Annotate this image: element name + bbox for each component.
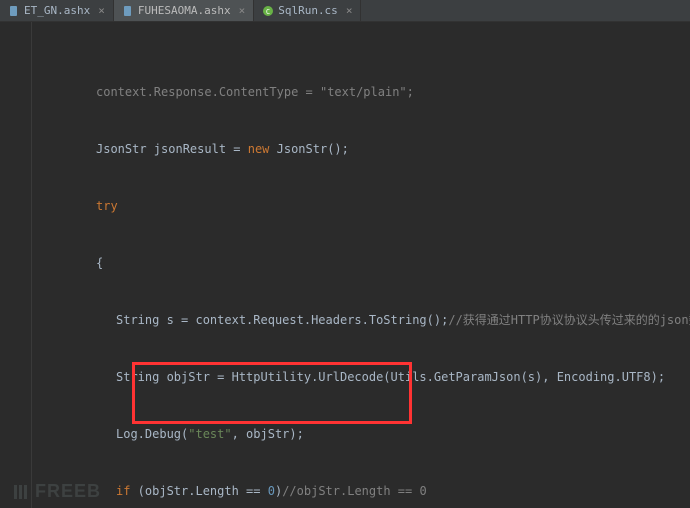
code-line: String objStr = HttpUtility.UrlDecode(Ut… — [6, 368, 690, 387]
close-icon[interactable]: × — [346, 4, 353, 17]
svg-text:C: C — [266, 8, 270, 16]
file-icon — [8, 5, 20, 17]
code-line: Log.Debug("test", objStr); — [6, 425, 690, 444]
close-icon[interactable]: × — [98, 4, 105, 17]
code-editor[interactable]: context.Response.ContentType = "text/pla… — [0, 22, 690, 508]
tab-sqlrun[interactable]: C SqlRun.cs × — [254, 0, 361, 21]
code-line: String s = context.Request.Headers.ToStr… — [6, 311, 690, 330]
file-icon — [122, 5, 134, 17]
code-line: try — [6, 197, 690, 216]
tab-get-gn[interactable]: ET_GN.ashx × — [0, 0, 114, 21]
csharp-icon: C — [262, 5, 274, 17]
code-line: JsonStr jsonResult = new JsonStr(); — [6, 140, 690, 159]
code-line: if (objStr.Length == 0)//objStr.Length =… — [6, 482, 690, 501]
code-line: context.Response.ContentType = "text/pla… — [6, 83, 690, 102]
code-line: { — [6, 254, 690, 273]
tab-label: ET_GN.ashx — [24, 4, 90, 17]
tab-fuhesaoma[interactable]: FUHESAOMA.ashx × — [114, 0, 254, 21]
close-icon[interactable]: × — [239, 4, 246, 17]
tab-label: FUHESAOMA.ashx — [138, 4, 231, 17]
tab-label: SqlRun.cs — [278, 4, 338, 17]
tab-bar: ET_GN.ashx × FUHESAOMA.ashx × C SqlRun.c… — [0, 0, 690, 22]
